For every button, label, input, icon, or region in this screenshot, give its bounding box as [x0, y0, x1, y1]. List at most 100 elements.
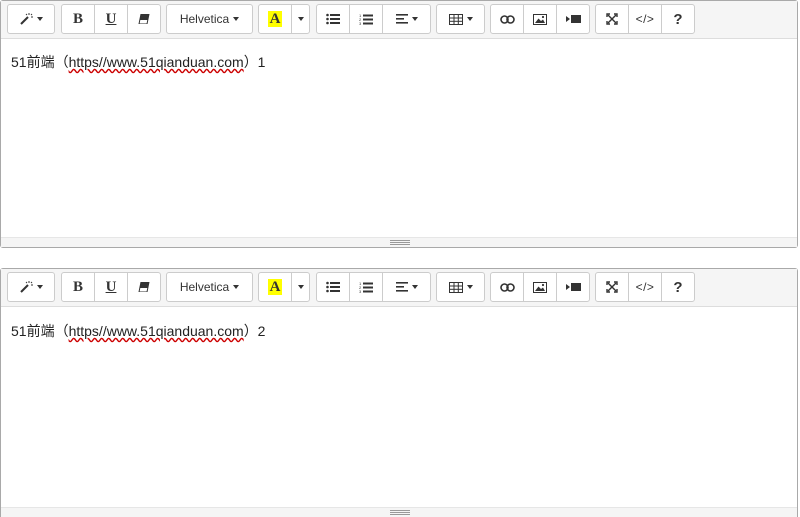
highlight-icon: A — [267, 279, 283, 295]
svg-text:3: 3 — [359, 21, 362, 26]
underline-icon: U — [105, 278, 117, 295]
fullscreen-button[interactable] — [595, 272, 629, 302]
underline-icon: U — [105, 10, 117, 27]
unordered-list-button[interactable] — [316, 4, 350, 34]
view-group: </> ? — [595, 4, 695, 34]
help-button[interactable]: ? — [661, 272, 695, 302]
table-icon — [448, 13, 463, 25]
picture-icon — [533, 13, 547, 25]
highlight-button[interactable]: A — [258, 4, 292, 34]
video-button[interactable] — [556, 4, 590, 34]
font-name-dropdown[interactable]: Helvetica — [166, 272, 253, 302]
eraser-icon — [138, 14, 150, 24]
align-icon — [395, 282, 408, 292]
video-button[interactable] — [556, 272, 590, 302]
unordered-list-button[interactable] — [316, 272, 350, 302]
resize-handle[interactable] — [390, 240, 410, 245]
underline-button[interactable]: U — [94, 4, 128, 34]
color-dropdown-button[interactable] — [291, 272, 310, 302]
editor-1: B U Helvetica A 123 </> ? 51前端（https//ww… — [0, 0, 798, 248]
align-icon — [395, 14, 408, 24]
table-group — [436, 4, 485, 34]
align-dropdown-button[interactable] — [382, 4, 431, 34]
codeview-button[interactable]: </> — [628, 272, 662, 302]
underline-button[interactable]: U — [94, 272, 128, 302]
table-group — [436, 272, 485, 302]
color-group: A — [258, 272, 310, 302]
table-dropdown-button[interactable] — [436, 272, 485, 302]
font-name-label: Helvetica — [179, 280, 230, 294]
view-group: </> ? — [595, 272, 695, 302]
chevron-down-icon — [411, 17, 418, 21]
picture-button[interactable] — [523, 4, 557, 34]
eraser-icon — [138, 282, 150, 292]
ordered-list-icon: 123 — [359, 281, 373, 294]
help-button[interactable]: ? — [661, 4, 695, 34]
ordered-list-button[interactable]: 123 — [349, 4, 383, 34]
editable-content[interactable]: 51前端（https//www.51qianduan.com）1 — [11, 52, 265, 72]
bold-button[interactable]: B — [61, 4, 95, 34]
align-dropdown-button[interactable] — [382, 272, 431, 302]
style-button[interactable] — [7, 4, 55, 34]
help-icon: ? — [673, 10, 683, 28]
codeview-button[interactable]: </> — [628, 4, 662, 34]
color-group: A — [258, 4, 310, 34]
font-name-group: Helvetica — [166, 272, 253, 302]
paragraph-group: 123 — [316, 272, 431, 302]
link-icon — [499, 282, 515, 292]
content-text-prefix: 51前端（ — [11, 54, 69, 70]
clear-format-button[interactable] — [127, 272, 161, 302]
bold-icon: B — [72, 10, 83, 27]
paragraph-group: 123 — [316, 4, 431, 34]
help-icon: ? — [673, 278, 683, 296]
video-icon — [565, 15, 581, 23]
editor-toolbar: B U Helvetica A 123 </> ? — [1, 269, 797, 307]
ordered-list-button[interactable]: 123 — [349, 272, 383, 302]
font-name-group: Helvetica — [166, 4, 253, 34]
fullscreen-button[interactable] — [595, 4, 629, 34]
chevron-down-icon — [233, 285, 240, 289]
content-text-suffix: ）1 — [243, 54, 266, 70]
insert-group — [490, 4, 590, 34]
table-icon — [448, 281, 463, 293]
content-text-prefix: 51前端（ — [11, 323, 69, 339]
bold-icon: B — [72, 278, 83, 295]
color-dropdown-button[interactable] — [291, 4, 310, 34]
magic-icon — [20, 281, 33, 293]
bold-button[interactable]: B — [61, 272, 95, 302]
link-button[interactable] — [490, 4, 524, 34]
chevron-down-icon — [466, 285, 473, 289]
unordered-list-icon — [326, 13, 340, 25]
highlight-button[interactable]: A — [258, 272, 292, 302]
resize-handle[interactable] — [390, 510, 410, 515]
font-style-group: B U — [61, 272, 161, 302]
highlight-icon: A — [267, 11, 283, 27]
content-link-text: https//www.51qianduan.com — [68, 323, 244, 339]
svg-text:3: 3 — [359, 289, 362, 294]
chevron-down-icon — [37, 17, 43, 21]
table-dropdown-button[interactable] — [436, 4, 485, 34]
insert-group — [490, 272, 590, 302]
codeview-icon: </> — [635, 12, 655, 26]
content-text-suffix: ）2 — [243, 323, 266, 339]
font-style-group: B U — [61, 4, 161, 34]
font-name-dropdown[interactable]: Helvetica — [166, 4, 253, 34]
picture-icon — [533, 281, 547, 293]
chevron-down-icon — [466, 17, 473, 21]
style-group — [7, 4, 55, 34]
picture-button[interactable] — [523, 272, 557, 302]
color-dropdown-icon — [297, 285, 304, 289]
chevron-down-icon — [411, 285, 418, 289]
fullscreen-icon — [606, 281, 618, 293]
link-button[interactable] — [490, 272, 524, 302]
style-button[interactable] — [7, 272, 55, 302]
clear-format-button[interactable] — [127, 4, 161, 34]
editor-2: B U Helvetica A 123 </> ? 51前端（https//ww… — [0, 268, 798, 517]
chevron-down-icon — [233, 17, 240, 21]
editor-toolbar: B U Helvetica A 123 </> ? — [1, 1, 797, 39]
content-link-text: https//www.51qianduan.com — [68, 54, 244, 70]
font-name-label: Helvetica — [179, 12, 230, 26]
style-group — [7, 272, 55, 302]
ordered-list-icon: 123 — [359, 13, 373, 26]
editable-content[interactable]: 51前端（https//www.51qianduan.com）2 — [11, 321, 265, 341]
